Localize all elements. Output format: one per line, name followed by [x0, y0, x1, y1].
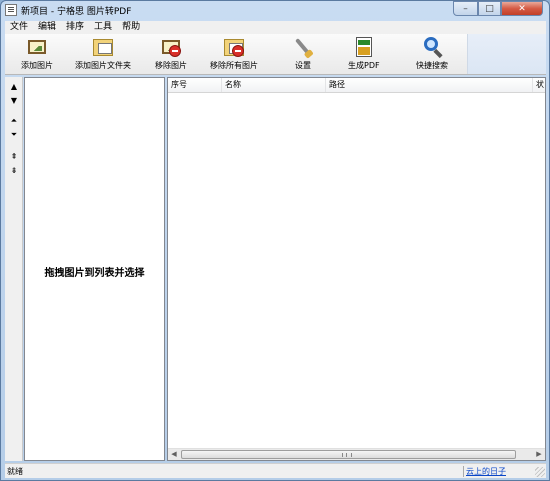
add-image-button[interactable]: 添加图片: [21, 36, 53, 72]
column-path[interactable]: 路径: [326, 78, 533, 92]
menu-edit[interactable]: 编辑: [33, 21, 61, 34]
title-bar[interactable]: 新项目 - 宁格思 图片转PDF – □ ✕: [1, 1, 549, 20]
toolbar: 添加图片 添加图片文件夹 移除图片 移除所有图片 设置 生成PDF 快捷搜索: [5, 34, 546, 75]
move-up-icon[interactable]: ▲: [8, 81, 20, 93]
menu-tools[interactable]: 工具: [89, 21, 117, 34]
page-up-icon[interactable]: ⇞: [8, 151, 20, 163]
menu-file[interactable]: 文件: [5, 21, 33, 34]
settings-label: 设置: [295, 61, 311, 70]
thumbnail-pane[interactable]: 拖拽图片到列表并选择: [24, 77, 165, 461]
pdf-icon: [353, 36, 375, 58]
remove-picture-icon: [160, 36, 182, 58]
resize-grip-icon[interactable]: [535, 467, 545, 477]
add-folder-label: 添加图片文件夹: [75, 61, 131, 70]
menu-bar: 文件 编辑 排序 工具 帮助: [5, 21, 546, 34]
remove-image-button[interactable]: 移除图片: [155, 36, 187, 72]
scrollbar-grip-icon: [342, 453, 352, 457]
scrollbar-thumb[interactable]: [181, 450, 516, 459]
settings-tool-icon: [292, 36, 314, 58]
close-icon: ✕: [518, 3, 526, 14]
status-bar: 就绪 云上的日子: [5, 463, 546, 478]
add-image-label: 添加图片: [21, 61, 53, 70]
maximize-button[interactable]: □: [478, 1, 501, 16]
remove-image-label: 移除图片: [155, 61, 187, 70]
minimize-icon: –: [463, 3, 468, 14]
folder-icon: [92, 36, 114, 58]
column-name[interactable]: 名称: [222, 78, 326, 92]
move-top-icon[interactable]: ⏶: [8, 115, 20, 127]
window-title: 新项目 - 宁格思 图片转PDF: [21, 7, 132, 17]
scroll-left-icon[interactable]: ◀: [168, 449, 180, 460]
page-down-icon[interactable]: ⇟: [8, 165, 20, 177]
quick-search-button[interactable]: 快捷搜索: [416, 36, 448, 72]
remove-all-icon: [223, 36, 245, 58]
scroll-right-icon[interactable]: ▶: [533, 449, 545, 460]
move-bottom-icon[interactable]: ⏷: [8, 129, 20, 141]
status-text: 就绪: [7, 467, 23, 476]
minimize-button[interactable]: –: [453, 1, 478, 16]
status-link[interactable]: 云上的日子: [463, 466, 506, 477]
app-icon: [5, 4, 17, 16]
app-window: 新项目 - 宁格思 图片转PDF – □ ✕ 文件 编辑 排序 工具 帮助 添加…: [0, 0, 550, 481]
column-status[interactable]: 状: [533, 78, 545, 92]
horizontal-scrollbar[interactable]: ◀ ▶: [168, 448, 545, 460]
menu-sort[interactable]: 排序: [61, 21, 89, 34]
generate-pdf-label: 生成PDF: [348, 61, 380, 70]
column-index[interactable]: 序号: [168, 78, 222, 92]
close-button[interactable]: ✕: [501, 1, 543, 16]
picture-icon: [26, 36, 48, 58]
settings-button[interactable]: 设置: [292, 36, 314, 72]
maximize-icon: □: [485, 3, 494, 14]
quick-search-label: 快捷搜索: [416, 61, 448, 70]
remove-all-button[interactable]: 移除所有图片: [210, 36, 258, 72]
image-list[interactable]: 序号 名称 路径 状 ◀ ▶: [167, 77, 546, 461]
magnifier-icon: [421, 36, 443, 59]
move-down-icon[interactable]: ▼: [8, 95, 20, 107]
drag-hint: 拖拽图片到列表并选择: [44, 268, 145, 279]
remove-all-label: 移除所有图片: [210, 61, 258, 70]
generate-pdf-button[interactable]: 生成PDF: [348, 36, 380, 72]
toolbar-empty-area: [467, 34, 546, 74]
add-folder-button[interactable]: 添加图片文件夹: [75, 36, 131, 72]
list-header: 序号 名称 路径 状: [168, 78, 545, 93]
menu-help[interactable]: 帮助: [117, 21, 145, 34]
caption-buttons: – □ ✕: [453, 1, 543, 16]
order-arrow-strip: ▲ ▼ ⏶ ⏷ ⇞ ⇟: [5, 77, 23, 461]
